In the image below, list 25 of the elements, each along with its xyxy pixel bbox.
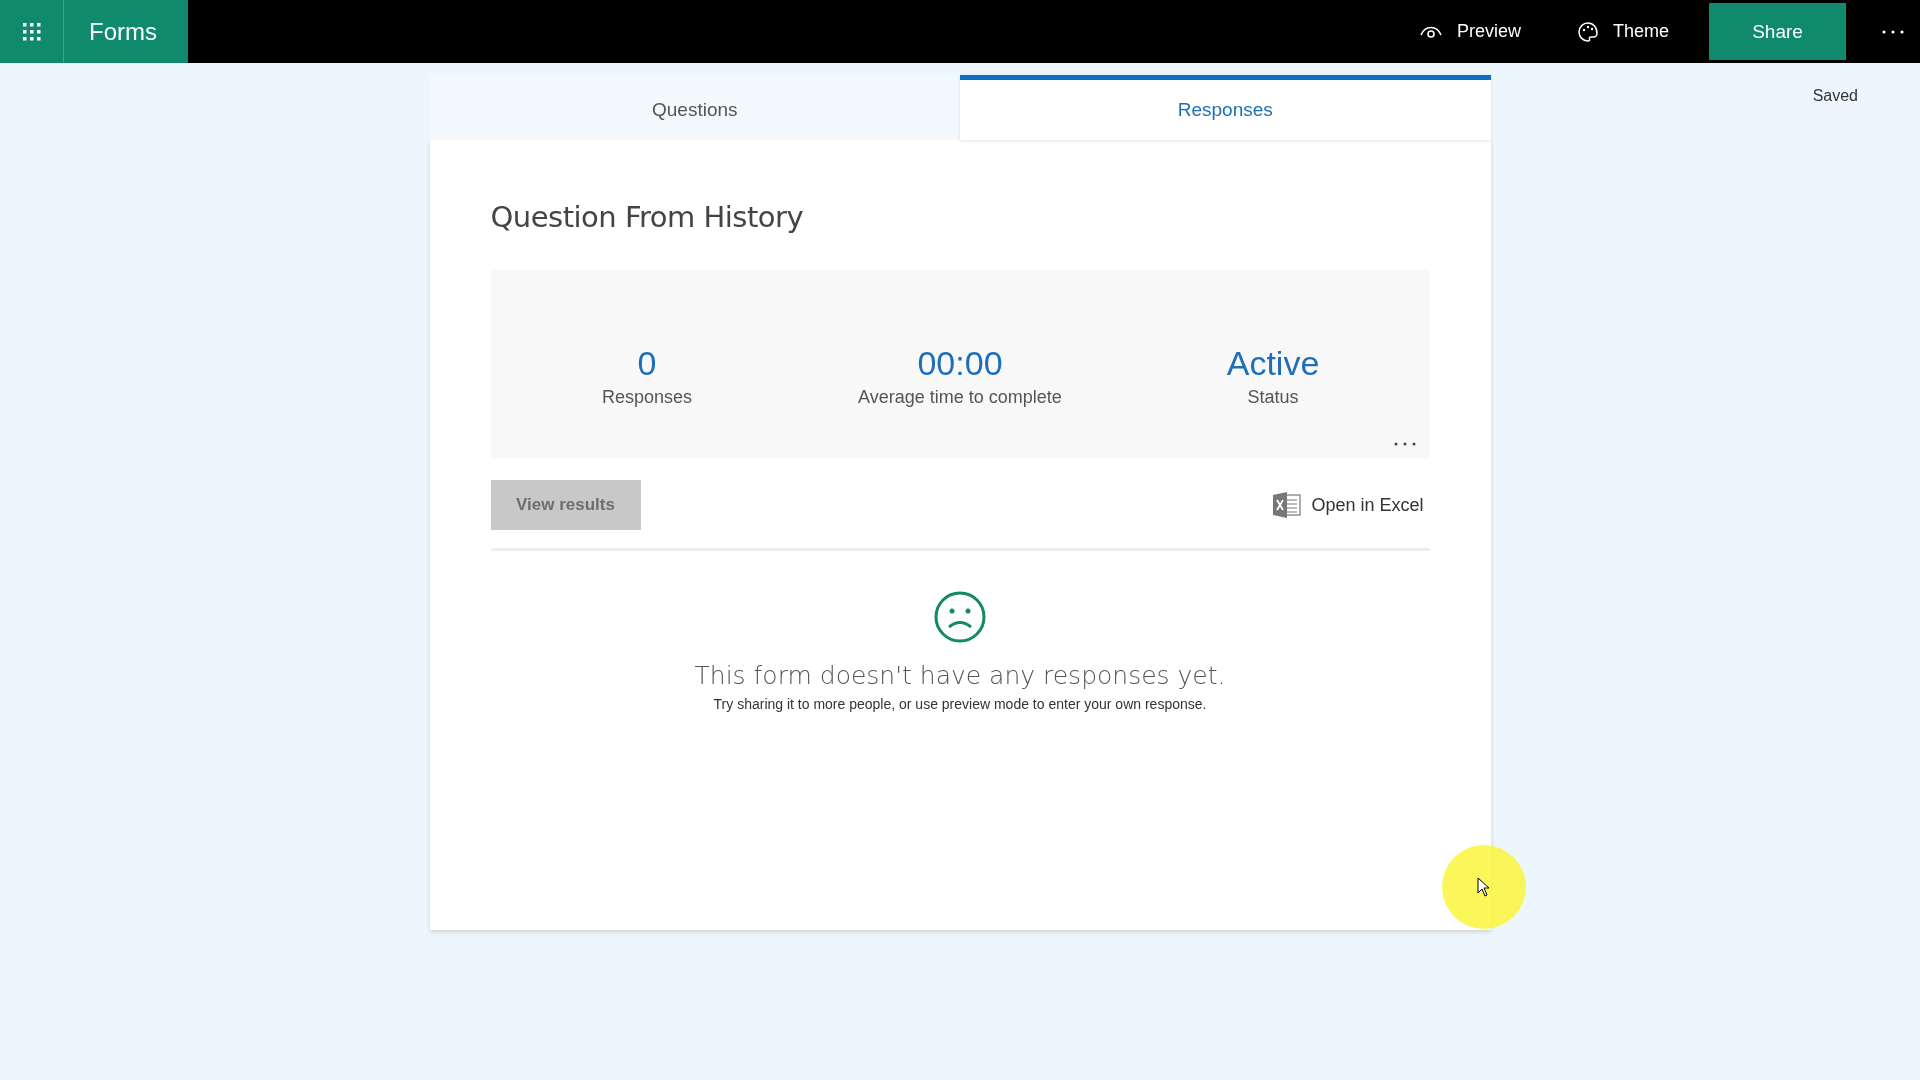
tab[interactable]: Questions [429,75,960,140]
open-in-excel-link[interactable]: Open in Excel [1273,492,1430,518]
sad-face-icon [934,591,986,643]
form-title: Question From History [490,200,805,234]
tab[interactable]: Responses [960,75,1491,140]
more-icon [1882,29,1904,34]
stat-label: Responses [601,387,693,408]
stat-value: 0 [637,344,657,383]
stat-label: Average time to complete [858,387,1062,408]
more-icon [1393,442,1416,446]
save-status: Saved [1812,87,1858,105]
pointer-icon [1477,877,1491,897]
empty-state-heading: This form doesn't have any responses yet. [694,661,1226,690]
spreadsheet-icon [1273,492,1302,518]
stat-value: 00:00 [917,344,1003,383]
preview-button[interactable]: Preview [1390,0,1549,63]
app-launcher-button[interactable] [0,0,64,63]
share-button[interactable]: Share [1709,3,1846,60]
stat-label: Status [1247,387,1299,408]
empty-state-hint: Try sharing it to more people, or use preview mode to enter your own response. [713,696,1207,712]
theme-button[interactable]: Theme [1548,0,1697,63]
stat-value: Active [1226,344,1320,383]
grid-icon [21,21,42,42]
app-name: Forms [64,0,188,63]
palette-icon [1576,20,1599,43]
